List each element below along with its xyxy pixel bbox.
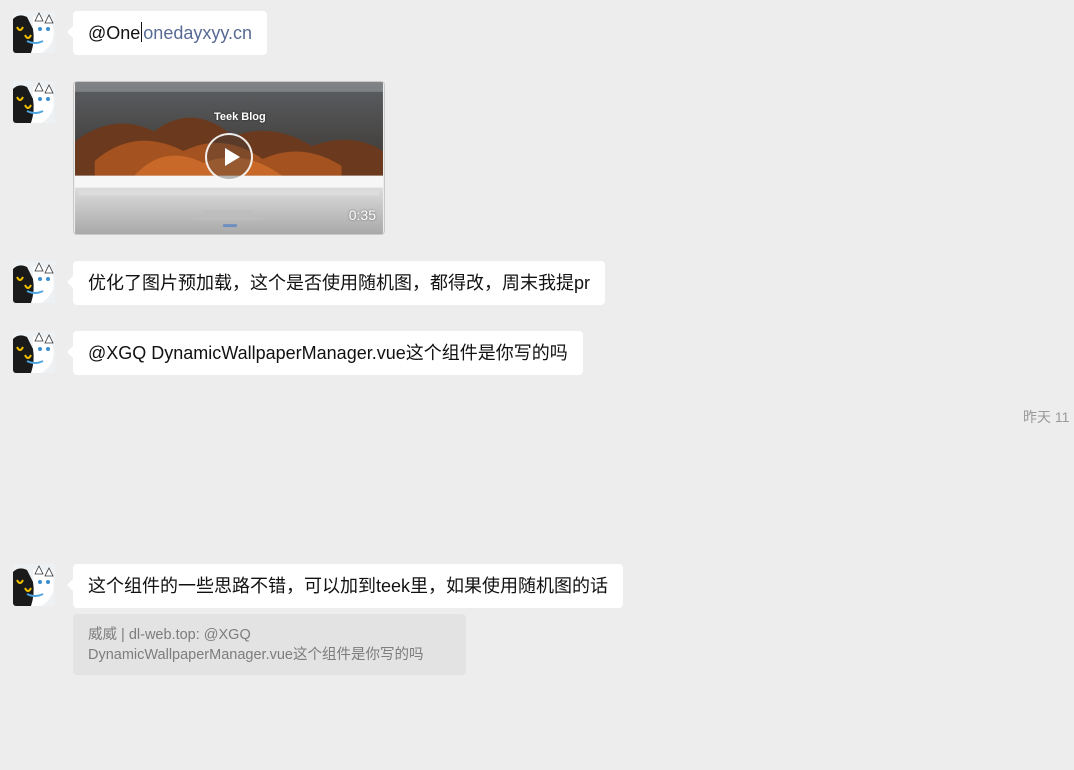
message-bubble[interactable]: 这个组件的一些思路不错，可以加到teek里，如果使用随机图的话: [66, 564, 624, 608]
quote-line: DynamicWallpaperManager.vue这个组件是你写的吗: [88, 647, 424, 663]
quoted-message[interactable]: 威威 | dl-web.top: @XGQ DynamicWallpaperMa…: [73, 614, 466, 675]
cat-avatar-icon: [13, 564, 55, 606]
chat-window: @One onedayxyy.cn Teek Blog 0:35 优化了图片预加…: [0, 0, 1074, 770]
quote-line: 威威 | dl-web.top: @XGQ: [88, 627, 251, 643]
message-text: @XGQ DynamicWallpaperManager.vue这个组件是你写的…: [88, 343, 568, 363]
avatar[interactable]: [13, 261, 55, 303]
message-text: 这个组件的一些思路不错，可以加到teek里，如果使用随机图的话: [88, 576, 609, 596]
video-duration: 0:35: [348, 207, 376, 223]
avatar[interactable]: [13, 81, 55, 123]
mention-text: @One: [88, 23, 141, 43]
avatar[interactable]: [13, 331, 55, 373]
cat-avatar-icon: [13, 331, 55, 373]
timestamp: 昨天 11: [1023, 409, 1070, 425]
message-bubble[interactable]: @One onedayxyy.cn: [66, 11, 268, 55]
cat-avatar-icon: [13, 81, 55, 123]
cat-avatar-icon: [13, 11, 55, 53]
message-text: 优化了图片预加载，这个是否使用随机图，都得改，周末我提pr: [88, 273, 591, 293]
avatar[interactable]: [13, 11, 55, 53]
play-icon[interactable]: [205, 133, 253, 181]
video-message[interactable]: Teek Blog 0:35: [73, 81, 385, 235]
message-bubble[interactable]: @XGQ DynamicWallpaperManager.vue这个组件是你写的…: [67, 331, 583, 375]
message-link[interactable]: onedayxyy.cn: [143, 23, 252, 43]
avatar[interactable]: [13, 564, 55, 606]
video-title: Teek Blog: [214, 111, 266, 123]
message-bubble[interactable]: 优化了图片预加载，这个是否使用随机图，都得改，周末我提pr: [66, 261, 606, 305]
cat-avatar-icon: [13, 261, 55, 303]
